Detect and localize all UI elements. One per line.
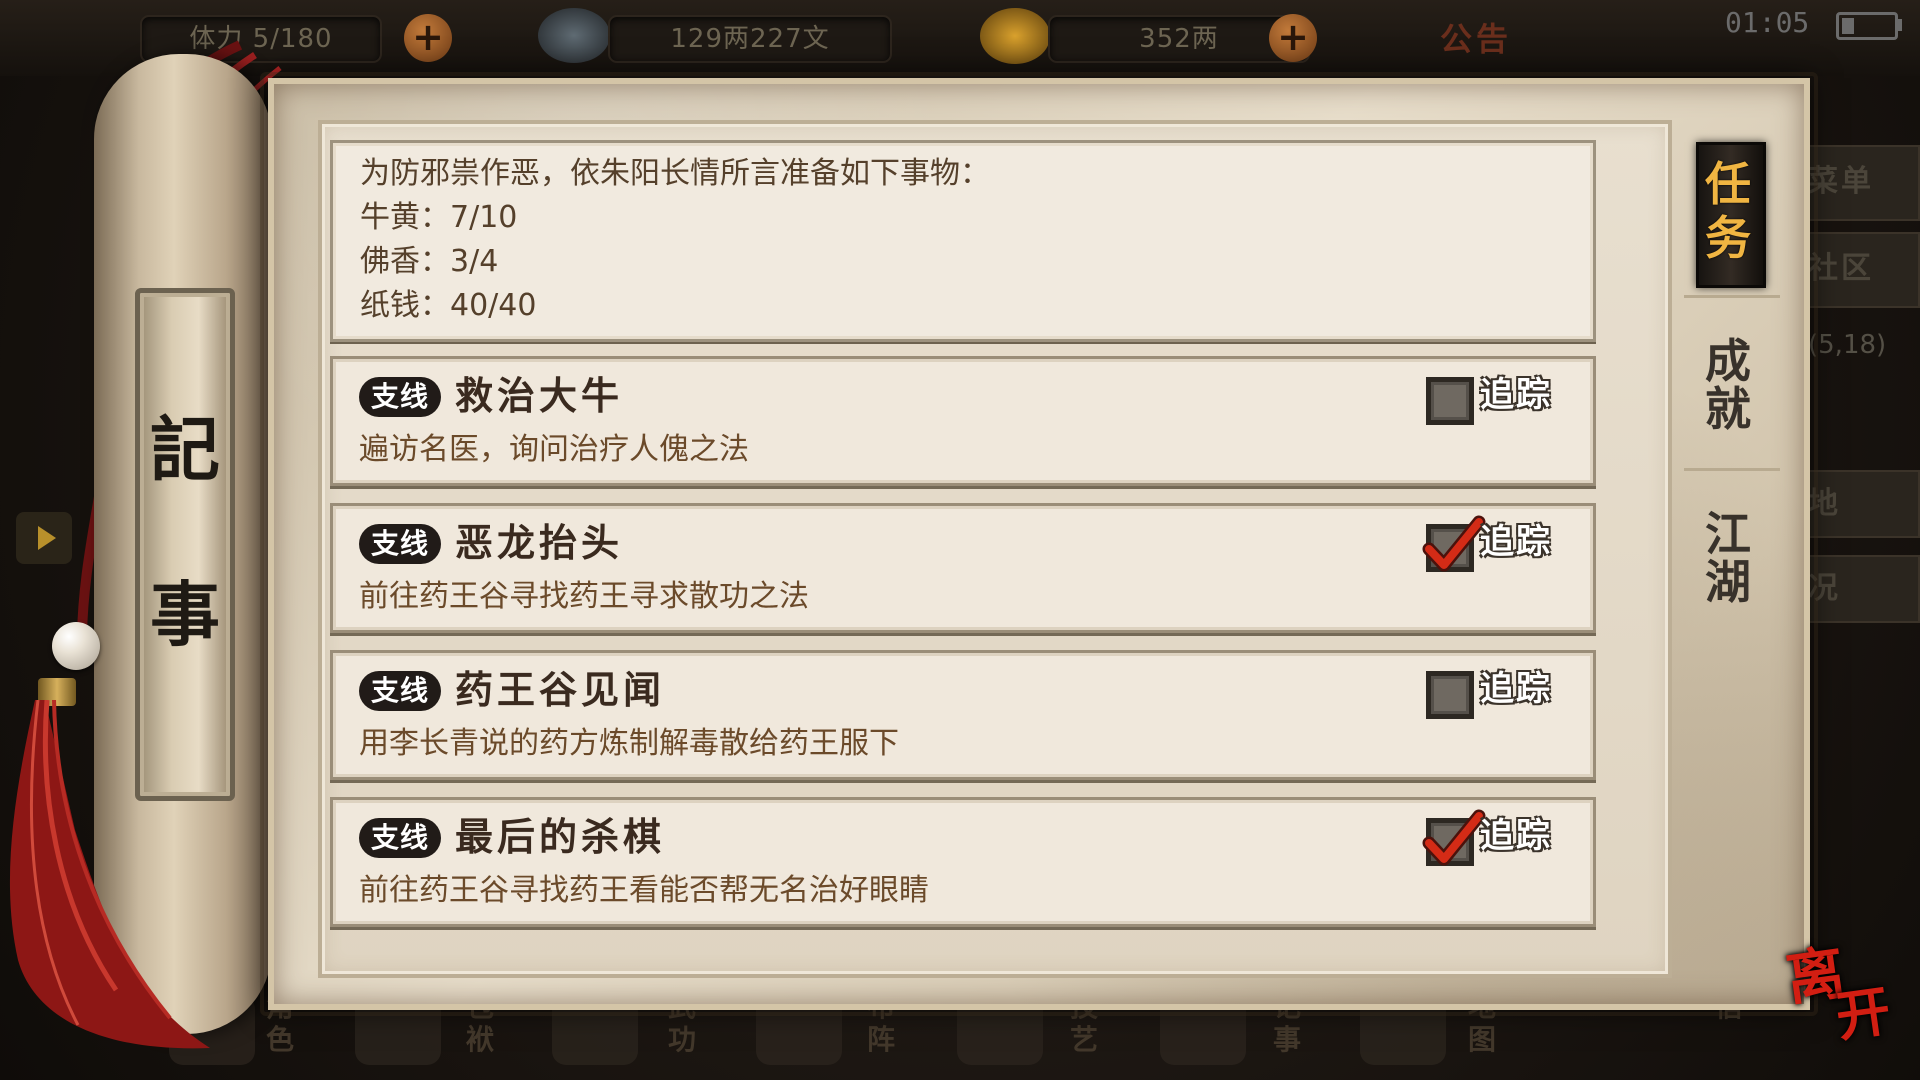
quest-card[interactable]: 支线 救治大牛 遍访名医，询问治疗人傀之法 追踪: [330, 356, 1596, 486]
quest-type-badge: 支线: [359, 671, 441, 711]
leave-char-2: 开: [1832, 978, 1895, 1050]
tab-achievements-char-1: 成: [1705, 334, 1751, 388]
capacity-value: 5/180: [252, 24, 333, 54]
checkmark-icon: [1422, 515, 1486, 572]
bottom-menu-role-bottom: 色: [265, 1023, 294, 1056]
tab-world[interactable]: 江 湖: [1696, 510, 1760, 606]
tab-tasks-char-1: 任: [1705, 157, 1751, 211]
tab-achievements-char-2: 就: [1705, 382, 1751, 436]
bottom-menu-formation-bottom: 阵: [866, 1023, 895, 1056]
battery-icon: [1836, 12, 1898, 40]
track-checkbox[interactable]: [1426, 377, 1474, 425]
bottom-menu-martial-arts-bottom: 功: [667, 1023, 696, 1056]
add-capacity-button[interactable]: +: [404, 14, 452, 62]
task-item-paper-money: 纸钱：40/40: [360, 288, 537, 323]
task-detail-intro: 为防邪祟作恶，依朱阳长情所言准备如下事物：: [360, 156, 990, 191]
journal-title-char-2: 事: [150, 573, 220, 656]
quest-description: 用李长青说的药方炼制解毒散给药王服下: [359, 726, 899, 761]
play-arrow-button[interactable]: [16, 512, 72, 564]
track-label[interactable]: 追踪: [1480, 667, 1552, 711]
notice-button[interactable]: 公告: [1440, 14, 1512, 60]
task-item-niuhuang: 牛黄：7/10: [360, 200, 518, 235]
map-coordinate: (5,18): [1808, 330, 1887, 360]
bottom-menu-skill-bottom: 艺: [1069, 1023, 1098, 1056]
tab-world-char-2: 湖: [1705, 555, 1751, 609]
quest-type-badge: 支线: [359, 818, 441, 858]
gold-ingot-icon: [980, 8, 1050, 64]
track-checkbox[interactable]: [1422, 515, 1486, 572]
track-checkbox[interactable]: [1422, 809, 1486, 866]
quest-description: 遍访名医，询问治疗人傀之法: [359, 432, 749, 467]
tab-world-char-1: 江: [1705, 507, 1751, 561]
battery-level: [1842, 18, 1854, 34]
quest-description: 前往药王谷寻找药王看能否帮无名治好眼睛: [359, 873, 929, 908]
quest-card[interactable]: 支线 恶龙抬头 前往药王谷寻找药王寻求散功之法 追踪: [330, 503, 1596, 633]
quest-title: 救治大牛: [455, 374, 624, 418]
checkmark-icon: [1422, 809, 1486, 866]
quest-title: 药王谷见闻: [455, 668, 666, 712]
quest-title: 最后的杀棋: [455, 815, 666, 859]
bottom-menu-bag-bottom: 袱: [465, 1023, 494, 1056]
track-checkbox[interactable]: [1426, 671, 1474, 719]
red-tassel-icon: [9, 700, 210, 1049]
silver-display: 129两227文: [608, 15, 892, 63]
bottom-menu-journal-bottom: 事: [1272, 1023, 1301, 1056]
track-label[interactable]: 追踪: [1480, 520, 1552, 564]
tab-achievements[interactable]: 成 就: [1696, 337, 1760, 433]
journal-title-char-1: 記: [150, 408, 220, 491]
game-screen: 体力 5/180 + 129两227文 352两 + 公告 01:05 菜单 社…: [0, 0, 1920, 1080]
quest-card[interactable]: 支线 最后的杀棋 前往药王谷寻找药王看能否帮无名治好眼睛 追踪: [330, 797, 1596, 927]
add-gold-button[interactable]: +: [1269, 14, 1317, 62]
quest-card[interactable]: 支线 药王谷见闻 用李长青说的药方炼制解毒散给药王服下 追踪: [330, 650, 1596, 780]
clock-time: 01:05: [1725, 6, 1810, 39]
quest-title: 恶龙抬头: [455, 521, 624, 565]
task-item-incense: 佛香：3/4: [360, 244, 499, 279]
leave-button[interactable]: 离 开: [1782, 938, 1907, 1059]
quest-description: 前往药王谷寻找药王寻求散功之法: [359, 579, 809, 614]
silver-ingot-icon: [538, 8, 610, 63]
quest-type-badge: 支线: [359, 377, 441, 417]
tab-divider: [1684, 295, 1780, 298]
tab-divider: [1684, 468, 1780, 471]
bottom-menu-map-bottom: 图: [1467, 1023, 1496, 1056]
track-label[interactable]: 追踪: [1480, 373, 1552, 417]
track-label[interactable]: 追踪: [1480, 814, 1552, 858]
quest-type-badge: 支线: [359, 524, 441, 564]
battery-cap: [1897, 19, 1902, 31]
jade-bead-icon: [52, 622, 100, 670]
tab-tasks-char-2: 务: [1705, 211, 1751, 265]
capacity-label: 体力: [189, 24, 244, 54]
